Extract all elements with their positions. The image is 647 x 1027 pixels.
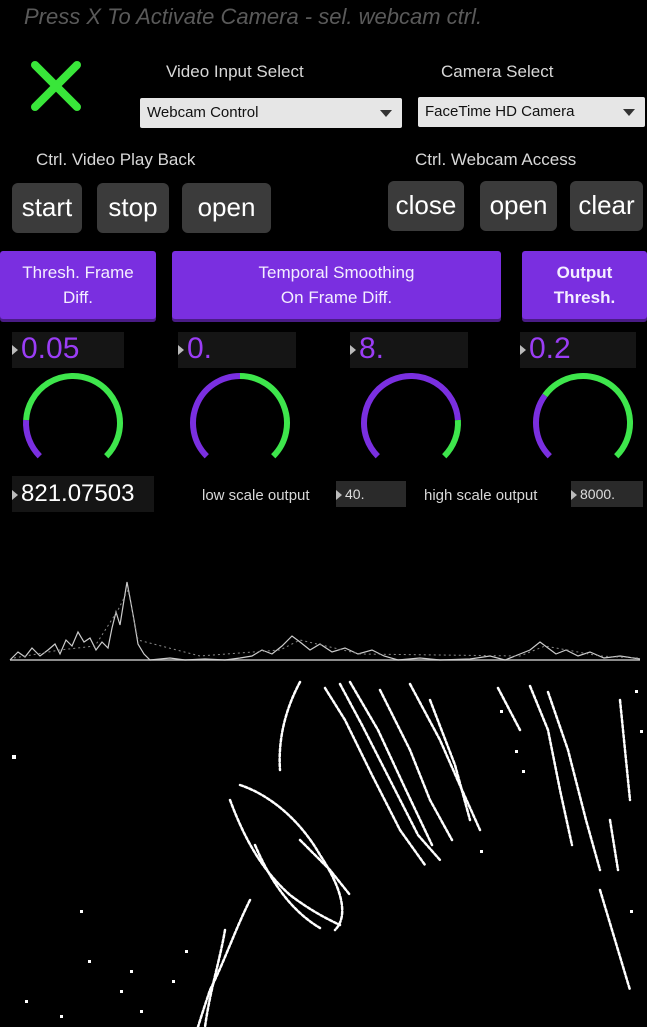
output-thresh-subtitle: Thresh. [553, 288, 616, 307]
webcam-access-label: Ctrl. Webcam Access [415, 150, 577, 169]
dial-4-number-box[interactable]: 0.2 [520, 332, 636, 368]
dial-2-number-box[interactable]: 0. [178, 332, 296, 368]
dial-4-value: 0.2 [529, 332, 571, 365]
camera-select-value: FaceTime HD Camera [425, 103, 575, 120]
thresh-frame-diff-title: Thresh. Frame Diff. [22, 263, 134, 307]
video-input-select[interactable]: Webcam Control [140, 98, 402, 128]
thresh-frame-diff-dial[interactable] [18, 368, 128, 478]
number-arrow-icon [12, 345, 18, 356]
dial-2-value: 0. [187, 332, 213, 365]
high-scale-number-box[interactable]: 8000. [571, 481, 643, 507]
thresh-frame-diff-panel: Thresh. Frame Diff. [0, 251, 156, 319]
temporal-smoothing-dial-2[interactable] [356, 368, 466, 478]
high-scale-label: high scale output [424, 487, 538, 504]
webcam-open-button[interactable]: open [480, 181, 557, 231]
frame-diff-readout-value: 821.07503 [21, 480, 135, 507]
low-scale-value: 40. [345, 486, 365, 502]
frame-diff-readout: 821.07503 [12, 476, 154, 512]
dial-fill [23, 373, 123, 459]
temporal-smoothing-subtitle: On Frame Diff. [280, 288, 393, 307]
chevron-down-icon [623, 109, 635, 116]
low-scale-number-box[interactable]: 40. [336, 481, 406, 507]
number-arrow-icon [336, 490, 342, 501]
output-thresh-panel: Output Thresh. [522, 251, 647, 319]
temporal-smoothing-panel: Temporal Smoothing On Frame Diff. [172, 251, 501, 319]
activate-camera-hint: Press X To Activate Camera - sel. webcam… [24, 4, 483, 29]
camera-select-label: Camera Select [441, 62, 554, 81]
playback-label: Ctrl. Video Play Back [36, 150, 196, 169]
low-scale-label: low scale output [202, 487, 310, 504]
output-thresh-title: Output [556, 263, 613, 282]
playback-open-button[interactable]: open [182, 183, 271, 233]
video-input-label: Video Input Select [166, 62, 304, 81]
dial-1-value: 0.05 [21, 332, 80, 365]
playback-start-button[interactable]: start [12, 183, 82, 233]
number-arrow-icon [178, 345, 184, 356]
dial-1-number-box[interactable]: 0.05 [12, 332, 124, 368]
video-input-value: Webcam Control [147, 104, 259, 121]
number-arrow-icon [350, 345, 356, 356]
dial-fill [542, 372, 633, 459]
dial-track [190, 373, 241, 459]
temporal-smoothing-dial-1[interactable] [185, 368, 295, 478]
dial-3-value: 8. [359, 332, 385, 365]
number-arrow-icon [520, 345, 526, 356]
activate-camera-x-icon[interactable] [30, 60, 82, 112]
dial-3-number-box[interactable]: 8. [350, 332, 468, 368]
camera-select[interactable]: FaceTime HD Camera [418, 97, 645, 127]
dial-fill [442, 419, 461, 459]
edge-detection-view [0, 670, 647, 1027]
number-arrow-icon [12, 489, 18, 500]
frame-diff-waveform [9, 581, 641, 661]
playback-stop-button[interactable]: stop [97, 183, 169, 233]
webcam-clear-button[interactable]: clear [570, 181, 643, 231]
dial-fill [239, 373, 290, 459]
high-scale-value: 8000. [580, 486, 616, 502]
webcam-close-button[interactable]: close [388, 181, 464, 231]
dial-track [361, 373, 461, 459]
output-thresh-dial[interactable] [528, 368, 638, 478]
chevron-down-icon [380, 110, 392, 117]
number-arrow-icon [571, 490, 577, 501]
dial-track [533, 393, 552, 459]
dial-track [23, 419, 42, 459]
temporal-smoothing-title: Temporal Smoothing [258, 263, 415, 282]
